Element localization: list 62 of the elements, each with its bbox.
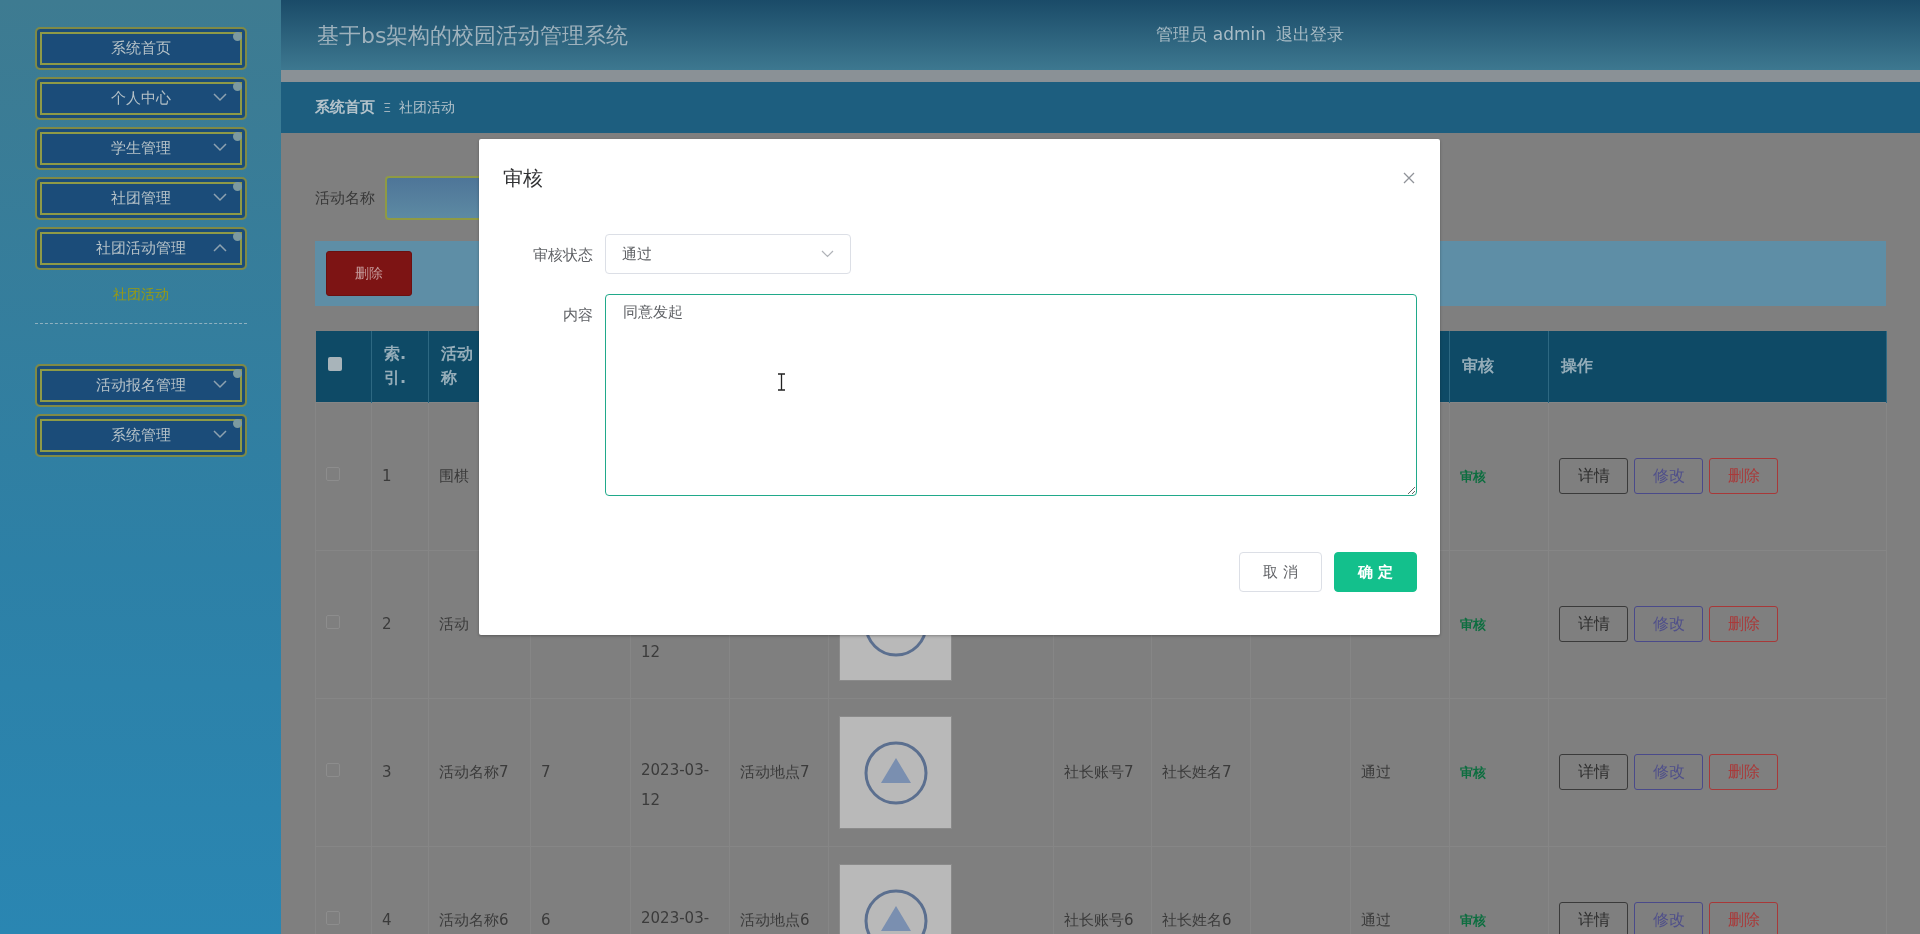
content-textarea[interactable]: 同意发起 bbox=[605, 294, 1417, 496]
column-header: 索.引. bbox=[384, 343, 408, 390]
table-cell: 社长姓名7 bbox=[1162, 762, 1232, 781]
detail-button[interactable]: 详情 bbox=[1559, 458, 1628, 494]
ornament-icon bbox=[233, 132, 242, 141]
ornament-icon bbox=[233, 82, 242, 91]
table-cell: 活动名称6 bbox=[439, 910, 509, 929]
table-cell: 通过 bbox=[1361, 762, 1391, 781]
table-cell: 围棋 bbox=[439, 466, 469, 485]
table-cell-text: 2023-03- bbox=[641, 907, 711, 929]
chevron-down-icon bbox=[821, 250, 834, 258]
breadcrumb-current: 社团活动 bbox=[399, 98, 456, 117]
sidebar-menu-item[interactable]: 活动报名管理 bbox=[35, 364, 247, 407]
ornament-icon bbox=[233, 369, 242, 378]
app-title: 基于bs架构的校园活动管理系统 bbox=[317, 21, 629, 50]
column-header: 操作 bbox=[1561, 356, 1593, 376]
table-cell: 活动地点7 bbox=[740, 762, 810, 781]
search-label: 活动名称 bbox=[315, 187, 375, 209]
select-all-checkbox[interactable] bbox=[327, 357, 342, 372]
sidebar-menu-item[interactable]: 学生管理 bbox=[35, 127, 247, 170]
table-cell: 4 bbox=[382, 910, 392, 929]
user-name: 管理员 admin bbox=[1156, 23, 1266, 47]
detail-button[interactable]: 详情 bbox=[1559, 902, 1628, 934]
column-header: 审核 bbox=[1462, 356, 1494, 376]
table-cell: 活动名称7 bbox=[439, 762, 509, 781]
table-cell: 活动地点6 bbox=[740, 910, 810, 929]
table-cell: 活动 bbox=[439, 614, 469, 633]
dialog-title: 审核 bbox=[503, 164, 543, 192]
sidebar-menu-item[interactable]: 个人中心 bbox=[35, 77, 247, 120]
table-cell: 3 bbox=[382, 762, 392, 781]
table-cell-text: 12 bbox=[641, 641, 662, 663]
confirm-button[interactable]: 确 定 bbox=[1334, 552, 1417, 592]
ornament-icon bbox=[233, 182, 242, 191]
table-cell: 社长账号6 bbox=[1064, 910, 1134, 929]
table-cell: 2 bbox=[382, 614, 392, 633]
table-cell: 1 bbox=[382, 466, 392, 485]
status-select[interactable]: 通过 bbox=[605, 234, 851, 274]
field-label: 内容 bbox=[562, 305, 593, 326]
table-cell-text: 12 bbox=[641, 789, 662, 811]
sidebar-menu-item[interactable]: 社团活动管理 bbox=[35, 227, 247, 270]
table-cell-text: 2023-03- bbox=[641, 759, 711, 781]
table-cell: 7 bbox=[541, 762, 551, 781]
cancel-button[interactable]: 取 消 bbox=[1239, 552, 1322, 592]
breadcrumb-link[interactable]: 系统首页 bbox=[315, 96, 375, 119]
table-cell: 通过 bbox=[1361, 910, 1391, 929]
logout-link[interactable]: 退出登录 bbox=[1276, 22, 1344, 48]
ornament-icon bbox=[233, 419, 242, 428]
table-cell: 6 bbox=[541, 910, 551, 929]
delete-button[interactable]: 删除 bbox=[326, 251, 412, 296]
field-label: 审核状态 bbox=[532, 245, 593, 266]
table-cell: 社长姓名6 bbox=[1162, 910, 1232, 929]
text-cursor-icon bbox=[777, 373, 786, 391]
ornament-icon bbox=[233, 232, 242, 241]
sidebar-menu-item[interactable]: 社团管理 bbox=[35, 177, 247, 220]
breadcrumb-separator: Ξ bbox=[383, 98, 392, 117]
sidebar-menu-item[interactable]: 系统首页 bbox=[35, 27, 247, 70]
detail-button[interactable]: 详情 bbox=[1559, 606, 1628, 642]
column-header: 活动 称 bbox=[441, 344, 473, 388]
sidebar-menu-item[interactable]: 系统管理 bbox=[35, 414, 247, 457]
detail-button[interactable]: 详情 bbox=[1559, 754, 1628, 790]
table-cell: 社长账号7 bbox=[1064, 762, 1134, 781]
ornament-icon bbox=[233, 32, 242, 41]
